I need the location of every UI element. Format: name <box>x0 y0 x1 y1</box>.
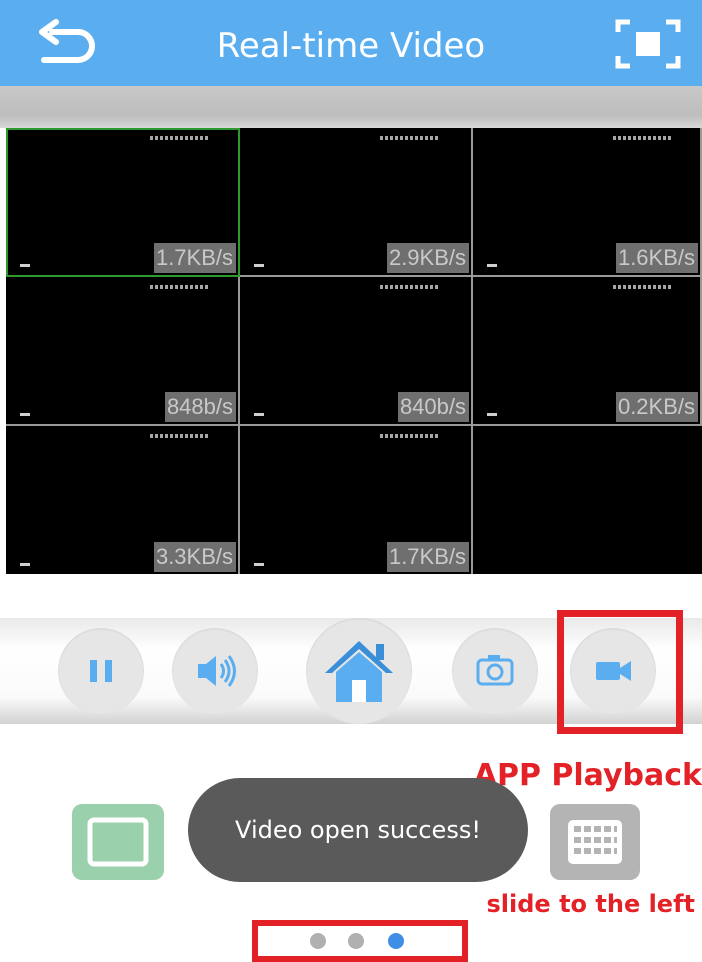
fullscreen-icon <box>615 19 681 69</box>
bitrate-label: 3.3KB/s <box>153 542 236 572</box>
page-dot-2[interactable] <box>348 933 364 949</box>
osd-channel <box>20 563 30 566</box>
bitrate-label: 0.2KB/s <box>615 392 698 422</box>
video-grid: 1.7KB/s 2.9KB/s 1.6KB/s 848b/s 840b/s 0.… <box>6 128 702 574</box>
page-title: Real-time Video <box>216 26 486 66</box>
back-arrow-icon <box>39 19 95 63</box>
osd-timestamp <box>150 285 210 289</box>
volume-button[interactable] <box>172 628 258 714</box>
osd-channel <box>20 413 30 416</box>
video-cell-7[interactable]: 3.3KB/s <box>6 426 240 574</box>
osd-channel <box>20 264 30 267</box>
video-cell-2[interactable]: 2.9KB/s <box>240 128 473 277</box>
speaker-icon <box>198 655 236 687</box>
camera-icon <box>476 655 514 686</box>
video-cell-4[interactable]: 848b/s <box>6 277 240 426</box>
home-icon <box>325 641 393 702</box>
pause-icon <box>90 660 112 682</box>
fullscreen-button[interactable] <box>612 16 684 72</box>
osd-timestamp <box>150 434 210 438</box>
video-cell-3[interactable]: 1.6KB/s <box>473 128 702 277</box>
back-button[interactable] <box>30 18 100 72</box>
osd-timestamp <box>613 285 673 289</box>
toast-message: Video open success! <box>188 778 528 882</box>
home-button[interactable] <box>306 618 412 724</box>
single-view-tile[interactable] <box>72 804 164 880</box>
bitrate-label: 848b/s <box>164 392 236 422</box>
single-screen-icon <box>87 817 149 867</box>
osd-timestamp <box>380 136 440 140</box>
osd-channel <box>487 264 497 267</box>
bitrate-label: 1.7KB/s <box>386 542 469 572</box>
grid-view-tile[interactable] <box>550 804 640 880</box>
bitrate-label: 1.7KB/s <box>153 243 236 273</box>
bitrate-label: 2.9KB/s <box>386 243 469 273</box>
video-cell-6[interactable]: 0.2KB/s <box>473 277 702 426</box>
pause-button[interactable] <box>58 628 144 714</box>
osd-timestamp <box>380 434 440 438</box>
video-cell-8[interactable]: 1.7KB/s <box>240 426 473 574</box>
page-dot-1[interactable] <box>310 933 326 949</box>
snapshot-button[interactable] <box>452 628 538 714</box>
video-cell-5[interactable]: 840b/s <box>240 277 473 426</box>
bitrate-label: 1.6KB/s <box>615 243 698 273</box>
osd-timestamp <box>613 136 673 140</box>
osd-channel <box>487 413 497 416</box>
osd-timestamp <box>380 285 440 289</box>
osd-channel <box>254 563 264 566</box>
video-cell-1[interactable]: 1.7KB/s <box>6 128 240 277</box>
bitrate-label: 840b/s <box>397 392 469 422</box>
video-cell-9[interactable] <box>473 426 702 574</box>
page-dot-3[interactable] <box>388 933 404 949</box>
playback-highlight <box>557 610 683 734</box>
keypad-grid-icon <box>568 820 622 864</box>
osd-timestamp <box>150 136 210 140</box>
pager-highlight <box>252 920 468 962</box>
toolbar-strip <box>0 86 702 128</box>
osd-channel <box>254 413 264 416</box>
slide-annotation: slide to the left <box>486 890 695 918</box>
osd-channel <box>254 264 264 267</box>
